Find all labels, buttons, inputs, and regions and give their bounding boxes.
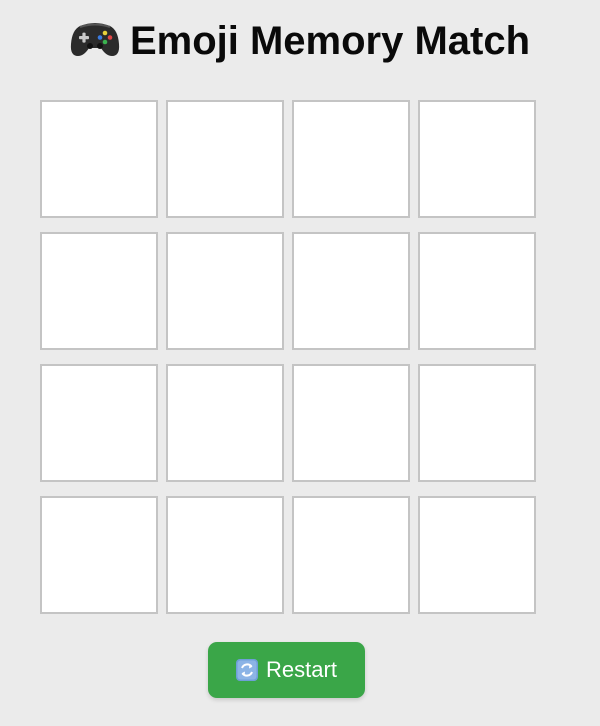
memory-card[interactable] (40, 364, 158, 482)
memory-card[interactable] (40, 496, 158, 614)
memory-card[interactable] (166, 100, 284, 218)
page-title: Emoji Memory Match (0, 18, 600, 68)
title-text: Emoji Memory Match (129, 19, 531, 63)
restart-label: Restart (266, 657, 337, 682)
memory-card[interactable] (292, 232, 410, 350)
memory-card[interactable] (418, 364, 536, 482)
memory-card[interactable] (418, 100, 536, 218)
memory-card[interactable] (166, 232, 284, 350)
memory-card[interactable] (40, 232, 158, 350)
memory-card[interactable] (292, 100, 410, 218)
memory-card[interactable] (292, 364, 410, 482)
memory-card[interactable] (418, 232, 536, 350)
memory-card[interactable] (166, 364, 284, 482)
card-grid (40, 100, 538, 614)
memory-card[interactable] (292, 496, 410, 614)
game-controller-icon (70, 18, 120, 68)
memory-card[interactable] (166, 496, 284, 614)
restart-button[interactable]: Restart (208, 642, 365, 698)
refresh-icon (236, 659, 259, 681)
memory-card[interactable] (40, 100, 158, 218)
memory-card[interactable] (418, 496, 536, 614)
